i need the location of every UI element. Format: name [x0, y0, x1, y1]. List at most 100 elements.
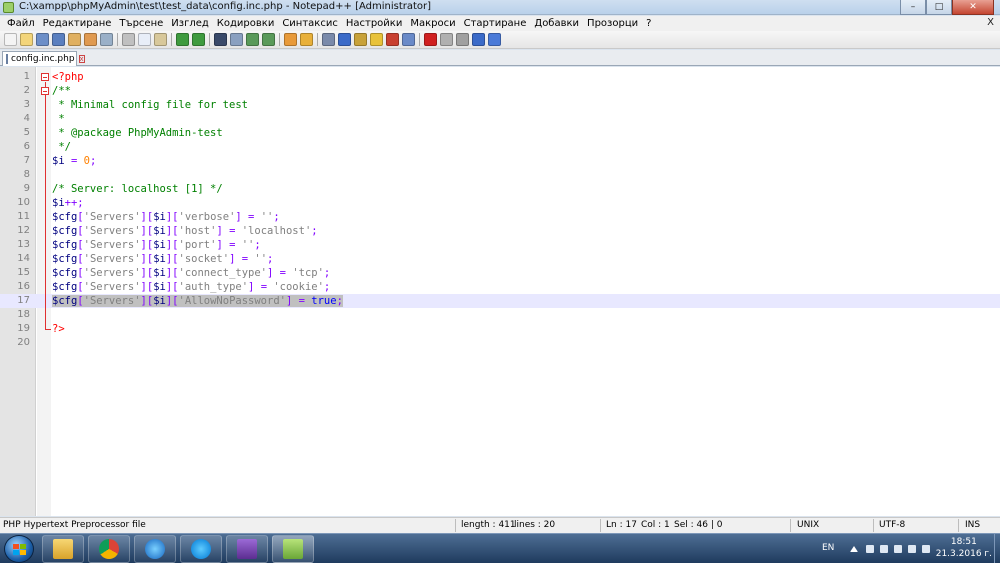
maximize-button[interactable]: □ — [926, 0, 952, 15]
code-line[interactable]: 15 $cfg['Servers'][$i]['connect_type'] = … — [0, 266, 1000, 280]
show-hidden-icons-icon[interactable] — [850, 546, 858, 552]
volume-icon[interactable] — [894, 545, 902, 553]
play-multiple-icon[interactable] — [472, 33, 485, 46]
copy-icon[interactable] — [138, 33, 151, 46]
line-code[interactable]: $i++; — [52, 196, 84, 210]
code-line[interactable]: 5 * @package PhpMyAdmin-test — [0, 126, 1000, 140]
sync-vertical-icon[interactable] — [284, 33, 297, 46]
status-insert-mode[interactable]: INS — [965, 520, 980, 530]
code-line[interactable]: 16 $cfg['Servers'][$i]['auth_type'] = 'co… — [0, 280, 1000, 294]
show-all-chars-icon[interactable] — [338, 33, 351, 46]
signal-icon[interactable] — [908, 545, 916, 553]
line-code[interactable]: /** — [52, 84, 71, 98]
sync-horizontal-icon[interactable] — [300, 33, 313, 46]
network-icon[interactable] — [880, 545, 888, 553]
line-code[interactable]: * @package PhpMyAdmin-test — [52, 126, 222, 140]
save-icon[interactable] — [36, 33, 49, 46]
taskbar-app-internet-explorer[interactable] — [134, 535, 176, 563]
open-file-icon[interactable] — [20, 33, 33, 46]
code-line[interactable]: 3 * Minimal config file for test — [0, 98, 1000, 112]
taskbar-app-skype[interactable] — [180, 535, 222, 563]
redo-icon[interactable] — [192, 33, 205, 46]
code-line[interactable]: 20 — [0, 336, 1000, 350]
code-line[interactable]: 12 $cfg['Servers'][$i]['host'] = 'localho… — [0, 224, 1000, 238]
code-line[interactable]: 10 $i++; — [0, 196, 1000, 210]
doc-map-icon[interactable] — [370, 33, 383, 46]
code-line[interactable]: 2 /** — [0, 84, 1000, 98]
line-code[interactable]: $cfg['Servers'][$i]['auth_type'] = 'cook… — [52, 280, 330, 294]
menu-item-10[interactable]: Прозорци — [583, 18, 642, 29]
line-code[interactable]: $i = 0; — [52, 154, 96, 168]
taskbar-app-explorer[interactable] — [42, 535, 84, 563]
line-code[interactable]: ?> — [52, 322, 65, 336]
menu-item-0[interactable]: Файл — [3, 18, 39, 29]
show-desktop-button[interactable] — [994, 534, 1000, 563]
close-icon[interactable] — [68, 33, 81, 46]
battery-icon[interactable] — [922, 545, 930, 553]
folder-workspace-icon[interactable] — [402, 33, 415, 46]
replace-icon[interactable] — [230, 33, 243, 46]
zoom-in-icon[interactable] — [246, 33, 259, 46]
indent-guide-icon[interactable] — [354, 33, 367, 46]
minimize-button[interactable]: – — [900, 0, 926, 15]
code-line[interactable]: 8 — [0, 168, 1000, 182]
word-wrap-icon[interactable] — [322, 33, 335, 46]
stop-macro-icon[interactable] — [440, 33, 453, 46]
menu-item-9[interactable]: Добавки — [530, 18, 583, 29]
start-button[interactable] — [4, 535, 34, 563]
line-code[interactable]: $cfg['Servers'][$i]['AllowNoPassword'] =… — [52, 294, 343, 308]
status-eol[interactable]: UNIX — [797, 520, 819, 530]
code-line[interactable]: 9 /* Server: localhost [1] */ — [0, 182, 1000, 196]
code-line[interactable]: 1 <?php — [0, 70, 1000, 84]
code-line[interactable]: 17 $cfg['Servers'][$i]['AllowNoPassword']… — [0, 294, 1000, 308]
line-code[interactable]: $cfg['Servers'][$i]['host'] = 'localhost… — [52, 224, 318, 238]
fold-toggle-icon[interactable] — [41, 87, 49, 95]
code-line[interactable]: 19 ?> — [0, 322, 1000, 336]
language-indicator[interactable]: EN — [822, 543, 834, 553]
line-code[interactable]: $cfg['Servers'][$i]['port'] = ''; — [52, 238, 261, 252]
line-code[interactable]: /* Server: localhost [1] */ — [52, 182, 223, 196]
code-line[interactable]: 11 $cfg['Servers'][$i]['verbose'] = ''; — [0, 210, 1000, 224]
save-all-icon[interactable] — [52, 33, 65, 46]
tab-config-inc-php[interactable]: config.inc.php x — [2, 51, 85, 66]
record-macro-icon[interactable] — [424, 33, 437, 46]
new-file-icon[interactable] — [4, 33, 17, 46]
menu-item-1[interactable]: Редактиране — [39, 18, 116, 29]
menu-item-2[interactable]: Търсене — [115, 18, 167, 29]
undo-icon[interactable] — [176, 33, 189, 46]
code-line[interactable]: 13 $cfg['Servers'][$i]['port'] = ''; — [0, 238, 1000, 252]
code-line[interactable]: 6 */ — [0, 140, 1000, 154]
code-line[interactable]: 4 * — [0, 112, 1000, 126]
code-line[interactable]: 18 — [0, 308, 1000, 322]
close-all-icon[interactable] — [84, 33, 97, 46]
taskbar-app-visual-studio[interactable] — [226, 535, 268, 563]
code-lines[interactable]: 1 <?php 2/** 3 * Minimal config file for te… — [0, 70, 1000, 350]
clock[interactable]: 18:51 21.3.2016 г. — [936, 536, 992, 560]
menu-item-3[interactable]: Изглед — [167, 18, 213, 29]
line-code[interactable]: <?php — [52, 70, 84, 84]
print-icon[interactable] — [100, 33, 113, 46]
line-code[interactable]: */ — [52, 140, 71, 154]
editor[interactable]: 1 <?php 2/** 3 * Minimal config file for te… — [0, 67, 1000, 516]
line-code[interactable]: $cfg['Servers'][$i]['connect_type'] = 't… — [52, 266, 330, 280]
play-macro-icon[interactable] — [456, 33, 469, 46]
line-code[interactable]: $cfg['Servers'][$i]['verbose'] = ''; — [52, 210, 280, 224]
menu-item-11[interactable]: ? — [642, 18, 655, 29]
close-window-button[interactable]: ✕ — [952, 0, 994, 15]
taskbar-app-notepadpp[interactable] — [272, 535, 314, 563]
menu-item-5[interactable]: Синтаксис — [278, 18, 342, 29]
line-code[interactable]: * — [52, 112, 64, 126]
menu-item-8[interactable]: Стартиране — [460, 18, 531, 29]
flag-icon[interactable] — [866, 545, 874, 553]
menu-item-6[interactable]: Настройки — [342, 18, 406, 29]
fold-toggle-icon[interactable] — [41, 73, 49, 81]
line-code[interactable]: $cfg['Servers'][$i]['socket'] = ''; — [52, 252, 273, 266]
taskbar-app-chrome[interactable] — [88, 535, 130, 563]
code-line[interactable]: 14 $cfg['Servers'][$i]['socket'] = ''; — [0, 252, 1000, 266]
code-line[interactable]: 7 $i = 0; — [0, 154, 1000, 168]
paste-icon[interactable] — [154, 33, 167, 46]
menu-item-7[interactable]: Макроси — [406, 18, 459, 29]
close-document-button[interactable]: X — [987, 17, 994, 28]
line-code[interactable]: * Minimal config file for test — [52, 98, 248, 112]
zoom-out-icon[interactable] — [262, 33, 275, 46]
